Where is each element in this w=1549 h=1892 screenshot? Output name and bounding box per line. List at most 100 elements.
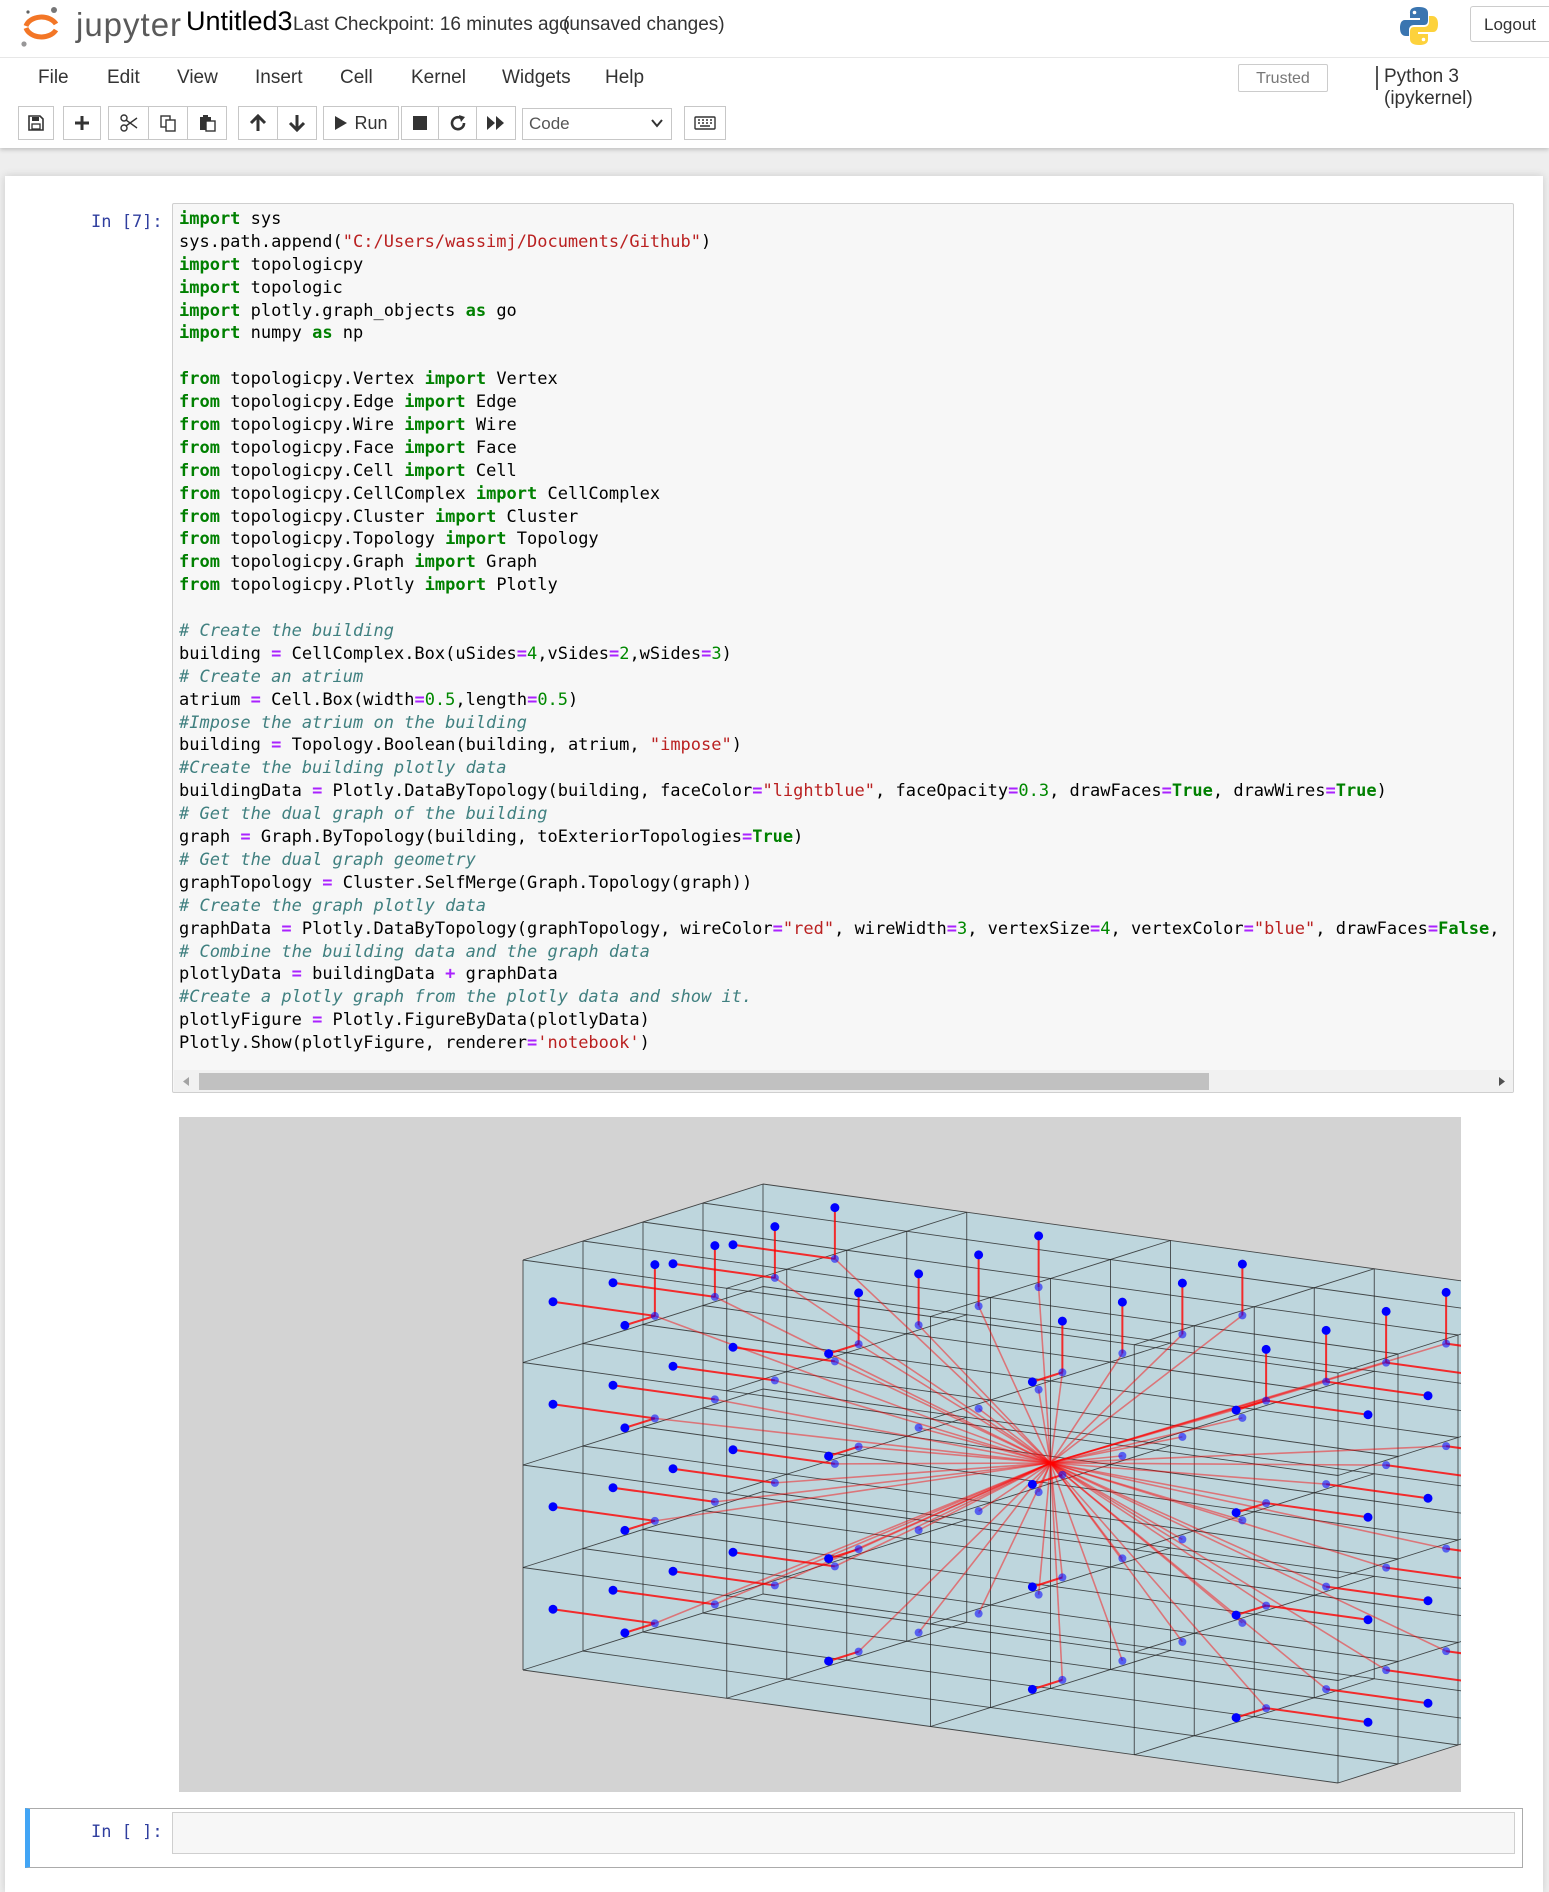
checkpoint-status: Last Checkpoint: 16 minutes ago: [293, 14, 570, 35]
graph-vertex: [1441, 1287, 1451, 1297]
graph-vertex: [728, 1547, 738, 1557]
move-up-button[interactable]: [238, 106, 278, 140]
code-line: building = CellComplex.Box(uSides=4,vSid…: [179, 643, 732, 664]
header-logo-row: jupyter Untitled3 Last Checkpoint: 16 mi…: [0, 0, 1549, 58]
horizontal-scrollbar[interactable]: [174, 1070, 1513, 1092]
move-down-button[interactable]: [277, 106, 317, 140]
graph-vertex: [608, 1483, 618, 1493]
graph-vertex: [770, 1581, 779, 1590]
graph-vertex: [824, 1451, 834, 1461]
scissors-icon: [119, 114, 137, 132]
graph-vertex: [1322, 1685, 1331, 1694]
building-graph-plot[interactable]: [179, 1117, 1549, 1792]
trusted-badge[interactable]: Trusted: [1238, 64, 1328, 92]
graph-vertex: [650, 1260, 660, 1270]
scroll-left-icon[interactable]: [183, 1077, 189, 1086]
code-line: import sys: [179, 209, 282, 229]
cell-type-select[interactable]: Code: [522, 108, 672, 140]
graph-vertex: [824, 1349, 834, 1359]
graph-vertex: [1034, 1283, 1043, 1292]
graph-vertex: [710, 1292, 719, 1301]
cut-button[interactable]: [108, 106, 149, 140]
graph-vertex: [1382, 1666, 1391, 1675]
code-line: from topologicpy.Graph import Graph: [179, 552, 538, 573]
restart-button[interactable]: [438, 106, 477, 140]
menu-file[interactable]: File: [38, 67, 69, 89]
graph-vertex: [770, 1222, 780, 1232]
graph-vertex: [974, 1507, 983, 1516]
graph-vertex: [1058, 1675, 1067, 1684]
graph-vertex: [728, 1240, 738, 1250]
graph-vertex: [668, 1464, 678, 1474]
graph-vertex: [1262, 1601, 1271, 1610]
graph-vertex: [1178, 1432, 1187, 1441]
code-line: plotlyFigure = Plotly.FigureByData(plotl…: [179, 1010, 650, 1031]
code-line: from topologicpy.Cell import Cell: [179, 460, 517, 481]
graph-vertex: [1178, 1535, 1187, 1544]
graph-vertex: [710, 1241, 720, 1251]
code-line: graphTopology = Cluster.SelfMerge(Graph.…: [179, 872, 753, 893]
graph-vertex: [1423, 1596, 1433, 1606]
graph-vertex: [728, 1445, 738, 1455]
scroll-right-icon[interactable]: [1499, 1077, 1505, 1086]
graph-vertex: [548, 1502, 558, 1512]
graph-vertex: [1322, 1582, 1331, 1591]
kernel-separator: [1376, 66, 1378, 90]
code-line: # Create the building: [179, 621, 394, 642]
menu-insert[interactable]: Insert: [255, 67, 303, 89]
menu-kernel[interactable]: Kernel: [411, 67, 466, 89]
graph-vertex: [1177, 1278, 1187, 1288]
chevron-down-icon: [651, 119, 663, 128]
menu-edit[interactable]: Edit: [107, 67, 140, 89]
code-line: atrium = Cell.Box(width=0.5,length=0.5): [179, 689, 579, 710]
logout-button[interactable]: Logout: [1470, 6, 1549, 42]
graph-vertex: [1382, 1563, 1391, 1572]
menu-cell[interactable]: Cell: [340, 67, 373, 89]
menu-widgets[interactable]: Widgets: [502, 67, 571, 89]
graph-vertex: [1238, 1311, 1247, 1320]
save-button[interactable]: [18, 106, 54, 140]
graph-vertex: [1058, 1573, 1067, 1582]
graph-vertex: [608, 1585, 618, 1595]
code-line: from topologicpy.Plotly import Plotly: [179, 575, 558, 596]
graph-vertex: [824, 1554, 834, 1564]
insert-cell-button[interactable]: [63, 106, 101, 140]
graph-vertex: [668, 1259, 678, 1269]
menu-help[interactable]: Help: [605, 67, 644, 89]
graph-vertex: [668, 1566, 678, 1576]
graph-vertex: [914, 1269, 924, 1279]
empty-cell-input[interactable]: [172, 1812, 1515, 1854]
copy-button[interactable]: [148, 106, 188, 140]
graph-vertex: [650, 1414, 659, 1423]
code-line: # Create an atrium: [179, 666, 364, 687]
arrow-down-icon: [288, 115, 306, 132]
graph-vertex: [1231, 1508, 1241, 1518]
autosave-status: (unsaved changes): [563, 14, 725, 35]
graph-vertex: [710, 1600, 719, 1609]
command-palette-button[interactable]: [684, 106, 726, 140]
graph-vertex: [974, 1250, 984, 1260]
code-line: from topologicpy.Topology import Topolog…: [179, 529, 599, 550]
graph-vertex: [824, 1656, 834, 1666]
interrupt-button[interactable]: [401, 106, 439, 140]
plotly-3d-output[interactable]: [179, 1117, 1549, 1792]
graph-vertex: [1363, 1717, 1373, 1727]
restart-icon: [450, 115, 465, 131]
menu-view[interactable]: View: [177, 67, 218, 89]
paste-button[interactable]: [187, 106, 227, 140]
graph-vertex: [1381, 1306, 1391, 1316]
notebook-title[interactable]: Untitled3: [186, 6, 293, 37]
code-line: #Create the building plotly data: [179, 758, 507, 779]
graph-vertex: [914, 1321, 923, 1330]
restart-run-all-button[interactable]: [476, 106, 516, 140]
arrow-up-icon: [249, 114, 267, 131]
graph-vertex: [1322, 1377, 1331, 1386]
code-editor[interactable]: import sys sys.path.append("C:/Users/was…: [172, 203, 1514, 1093]
scrollbar-thumb[interactable]: [199, 1073, 1209, 1090]
python-logo-icon: [1400, 7, 1438, 45]
jupyter-logo[interactable]: jupyter: [20, 4, 181, 48]
run-button[interactable]: Run: [323, 106, 399, 140]
graph-vertex: [1231, 1713, 1241, 1723]
code-line: #Create a plotly graph from the plotly d…: [179, 987, 753, 1008]
